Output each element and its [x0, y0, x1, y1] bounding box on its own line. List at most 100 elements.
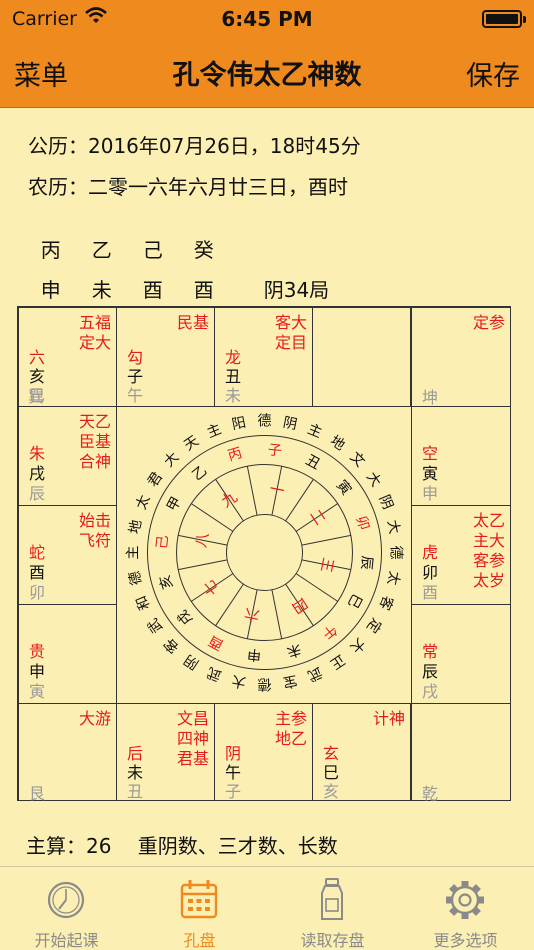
- palace-chen[interactable]: 天乙 臣基 合神 朱 戌 辰: [18, 406, 117, 506]
- lunar-date: 农历：二零一六年六月廿三日，酉时: [28, 175, 348, 199]
- palace-mao[interactable]: 始击 飞符 蛇 酉 卯: [18, 505, 117, 605]
- wheel-glyph: 乙: [189, 463, 210, 484]
- tab-start[interactable]: 开始起课: [0, 867, 133, 950]
- wheel-glyph: 酉: [206, 632, 226, 653]
- cell-stars: 计神: [372, 709, 405, 728]
- outer-ring: [147, 435, 382, 670]
- wheel-glyph: 亥: [157, 573, 176, 591]
- tab-label: 读取存盘: [300, 931, 365, 950]
- branch-day: 酉: [142, 278, 163, 302]
- wheel-glyph: 地: [327, 433, 348, 454]
- cell-stars: 太乙 主大 客参 太岁: [472, 511, 505, 590]
- page-title: 孔令伟太乙神数: [172, 60, 362, 91]
- branch-year: 申: [40, 278, 61, 302]
- clock-time: 6:45 PM: [221, 7, 313, 31]
- cell-stars: 大游: [78, 709, 111, 728]
- cell-palace: 未: [225, 386, 242, 405]
- cell-palace: 亥: [323, 782, 340, 801]
- tab-label: 开始起课: [34, 931, 99, 950]
- wheel-glyph: 主: [305, 421, 324, 441]
- ju-number: 阴34局: [263, 278, 330, 302]
- tab-label: 孔盘: [183, 931, 216, 950]
- cell-branch: 卯: [422, 563, 439, 582]
- palace-xu[interactable]: 常 辰 戌: [411, 604, 511, 704]
- battery-icon: [482, 10, 526, 28]
- wheel-glyph: 定: [363, 615, 384, 636]
- wheel-glyph: 武: [305, 664, 324, 684]
- cell-god: 贵: [29, 642, 46, 661]
- gear-icon: [446, 881, 484, 919]
- wheel-glyph: 地: [127, 518, 145, 535]
- wheel-glyph: 三: [317, 556, 338, 574]
- wheel-glyph: 二: [306, 506, 329, 528]
- tab-board[interactable]: 孔盘: [133, 867, 266, 950]
- wheel-glyph: 大: [161, 449, 182, 470]
- wheel-glyph: 武: [205, 664, 224, 684]
- bottle-icon: [321, 878, 343, 920]
- wheel-glyph: 主: [125, 546, 141, 560]
- cell-palace: 卯: [29, 583, 46, 602]
- cell-branch: 申: [29, 662, 46, 681]
- wheel-glyph: 己: [154, 535, 171, 551]
- main-summary: 主算：26 重阴数、三才数、长数: [26, 834, 338, 858]
- wheel-glyph: 德: [127, 570, 145, 587]
- wheel-glyph: 大: [363, 469, 384, 490]
- wheel-glyph: 寅: [333, 477, 355, 499]
- tab-load[interactable]: 读取存盘: [266, 867, 399, 950]
- palace-wei[interactable]: 客大 定目 龙 丑 未: [214, 307, 313, 407]
- cell-god: 六: [29, 348, 46, 367]
- cell-stars: 天乙 臣基 合神: [78, 412, 111, 471]
- wheel-glyph: 巳: [344, 591, 365, 611]
- wheel-glyph: 太: [384, 570, 402, 587]
- palace-wei-branch[interactable]: [312, 307, 411, 407]
- inner-ring: [226, 514, 303, 591]
- divination-wheel: 德阴主地文大阴大德太客定大正武宝德大武阴客武和德主地太君大天主 阳子丑寅卯辰巳午未…: [125, 413, 403, 691]
- corner-label: 乾: [422, 784, 439, 803]
- cell-palace: 午: [127, 386, 144, 405]
- wheel-glyph: 阴: [181, 651, 202, 672]
- palace-kun[interactable]: 定参 坤: [411, 307, 511, 407]
- wheel-glyph: 大: [384, 518, 402, 535]
- cell-branch: 午: [225, 763, 242, 782]
- wheel-glyph: 未: [285, 641, 303, 660]
- save-button[interactable]: 保存: [466, 54, 520, 93]
- cell-branch: 未: [127, 763, 144, 782]
- palace-shen[interactable]: 空 寅 申: [411, 406, 511, 506]
- tab-more[interactable]: 更多选项: [399, 867, 534, 950]
- navigation-bar: 菜单 孔令伟太乙神数 保存: [0, 40, 534, 108]
- wheel-glyph: 午: [319, 621, 340, 642]
- cell-god: 常: [422, 642, 439, 661]
- palace-yin[interactable]: 贵 申 寅: [18, 604, 117, 704]
- wheel-glyph: 六: [243, 605, 261, 626]
- cell-god: 朱: [29, 444, 46, 463]
- palace-hai[interactable]: 计神 玄 巳 亥: [312, 703, 411, 801]
- palace-wu[interactable]: 民基 勾 子 午: [116, 307, 215, 407]
- cell-palace: 酉: [422, 583, 439, 602]
- cell-god: 后: [127, 744, 144, 763]
- wheel-glyph: 武: [145, 615, 166, 636]
- cell-stars: 文昌 四神 君基: [176, 709, 209, 768]
- wheel-glyph: 文: [347, 449, 368, 470]
- corner-label-xun: 巽: [28, 387, 45, 406]
- wheel-glyph: 正: [327, 651, 348, 672]
- palace-qian[interactable]: 乾: [411, 703, 511, 803]
- palace-you[interactable]: 太乙 主大 客参 太岁 虎 卯 酉: [411, 505, 511, 605]
- palace-zi[interactable]: 主参 地乙 阴 午 子: [214, 703, 313, 801]
- middle-ring: [176, 464, 353, 641]
- tab-label: 更多选项: [433, 931, 498, 950]
- cell-palace: 丑: [127, 782, 144, 801]
- wheel-glyph: 丙: [226, 445, 244, 464]
- cell-stars: 始击 飞符: [78, 511, 111, 550]
- palace-gen[interactable]: 大游 艮: [18, 703, 117, 803]
- cell-god: 空: [422, 444, 439, 463]
- wheel-glyph: 甲: [164, 494, 185, 514]
- wheel-glyph: 阴: [376, 493, 396, 512]
- cell-stars: 客大 定目: [274, 313, 307, 352]
- calendar-icon: [180, 880, 218, 919]
- wheel-glyph: 子: [267, 442, 283, 459]
- branch-hour: 酉: [193, 278, 214, 302]
- palace-chou[interactable]: 文昌 四神 君基 后 未 丑: [116, 703, 215, 801]
- wheel-glyph: 客: [376, 593, 397, 612]
- tab-bar: 开始起课 孔盘 读取存盘 更多选项: [0, 866, 534, 950]
- wheel-glyph: 和: [133, 593, 153, 612]
